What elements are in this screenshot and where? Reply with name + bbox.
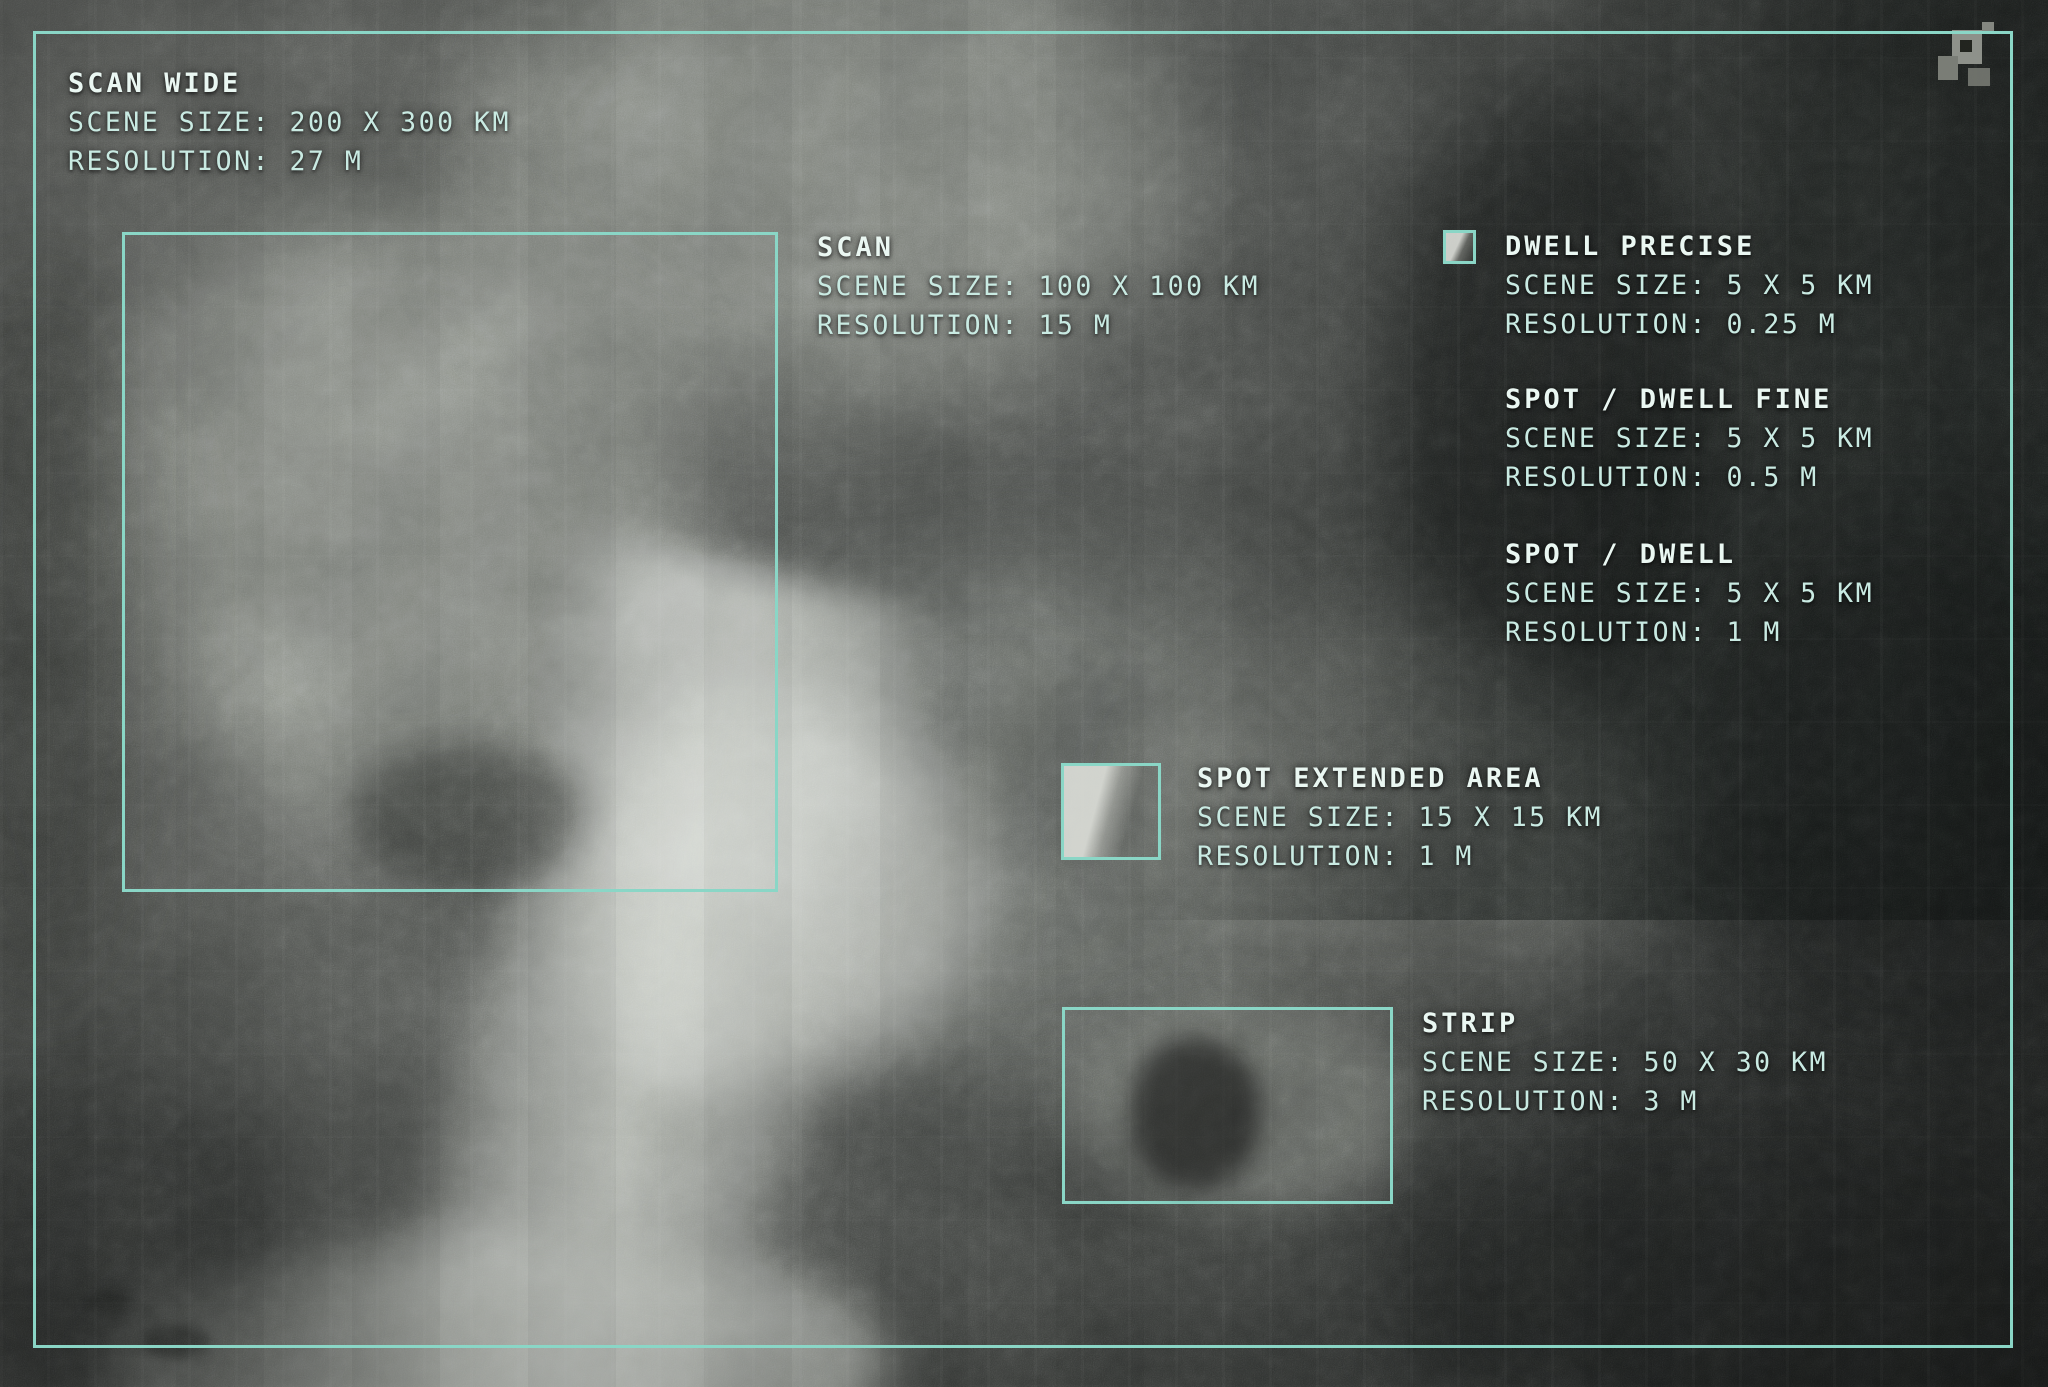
sar-imaging-modes-infographic: SCAN WIDE SCENE SIZE: 200 X 300 KM RESOL… [0,0,2048,1387]
spot-dwell-fine-label: SPOT / DWELL FINE SCENE SIZE: 5 X 5 KM R… [1505,380,1874,497]
mode-scene-size: SCENE SIZE: 5 X 5 KM [1505,419,1874,458]
mode-scene-size: SCENE SIZE: 5 X 5 KM [1505,266,1874,305]
mode-title: DWELL PRECISE [1505,227,1874,266]
mode-scene-size: SCENE SIZE: 50 X 30 KM [1422,1043,1828,1082]
dwell-precise-label: DWELL PRECISE SCENE SIZE: 5 X 5 KM RESOL… [1505,227,1874,344]
mode-scene-size: SCENE SIZE: 200 X 300 KM [68,103,511,142]
mode-resolution: RESOLUTION: 15 M [817,306,1260,345]
mode-scene-size: SCENE SIZE: 15 X 15 KM [1197,798,1603,837]
mode-title: SCAN [817,228,1260,267]
strip-footprint [1062,1007,1393,1204]
spot-dwell-label: SPOT / DWELL SCENE SIZE: 5 X 5 KM RESOLU… [1505,535,1874,652]
mode-resolution: RESOLUTION: 1 M [1505,613,1874,652]
mode-scene-size: SCENE SIZE: 100 X 100 KM [817,267,1260,306]
mode-title: STRIP [1422,1004,1828,1043]
scan-footprint [122,232,778,892]
mode-resolution: RESOLUTION: 1 M [1197,837,1603,876]
mode-scene-size: SCENE SIZE: 5 X 5 KM [1505,574,1874,613]
scan-wide-label: SCAN WIDE SCENE SIZE: 200 X 300 KM RESOL… [68,64,511,181]
mode-resolution: RESOLUTION: 0.5 M [1505,458,1874,497]
mode-title: SPOT / DWELL FINE [1505,380,1874,419]
mode-title: SCAN WIDE [68,64,511,103]
strip-label: STRIP SCENE SIZE: 50 X 30 KM RESOLUTION:… [1422,1004,1828,1121]
spot-extended-area-footprint [1061,763,1161,860]
mode-title: SPOT EXTENDED AREA [1197,759,1603,798]
scan-label: SCAN SCENE SIZE: 100 X 100 KM RESOLUTION… [817,228,1260,345]
mode-resolution: RESOLUTION: 3 M [1422,1082,1828,1121]
strip-dark-terrain [1131,1038,1259,1188]
dwell-precise-footprint [1443,230,1476,264]
mode-title: SPOT / DWELL [1505,535,1874,574]
spot-extended-area-label: SPOT EXTENDED AREA SCENE SIZE: 15 X 15 K… [1197,759,1603,876]
mode-resolution: RESOLUTION: 0.25 M [1505,305,1874,344]
mode-resolution: RESOLUTION: 27 M [68,142,511,181]
